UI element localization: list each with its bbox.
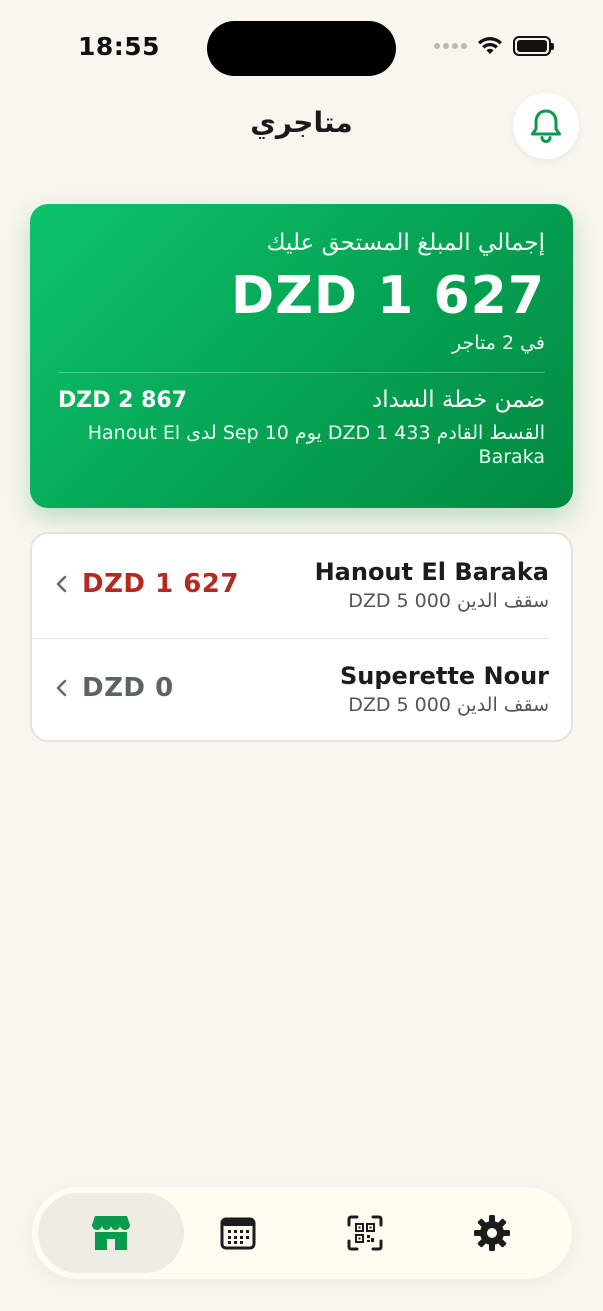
tab-stores[interactable]	[85, 1207, 137, 1259]
tab-calendar[interactable]	[212, 1207, 264, 1259]
battery-icon	[513, 36, 554, 56]
chevron-left-icon	[56, 575, 67, 593]
store-name: Superette Nour	[339, 662, 549, 690]
status-time: 18:55	[78, 32, 161, 61]
payment-plan-label: ضمن خطة السداد	[372, 387, 545, 413]
store-balance: DZD 1 627	[82, 569, 239, 599]
payment-plan-row: ضمن خطة السداد DZD 2 867	[58, 387, 545, 413]
tab-settings[interactable]	[466, 1207, 518, 1259]
store-row-superette-nour[interactable]: Superette Nour سقف الدين DZD 5 000 DZD 0	[32, 638, 571, 740]
bottom-tab-bar	[32, 1187, 572, 1279]
store-row-hanout-el-baraka[interactable]: Hanout El Baraka سقف الدين DZD 5 000 DZD…	[32, 534, 571, 638]
status-icons	[434, 36, 554, 56]
calendar-icon	[220, 1217, 256, 1250]
chevron-left-icon	[56, 679, 67, 697]
store-credit-limit: سقف الدين DZD 5 000	[348, 694, 549, 716]
store-balance: DZD 0	[82, 673, 174, 703]
bell-icon	[531, 109, 561, 143]
qr-scan-icon	[347, 1215, 383, 1251]
dynamic-island	[207, 21, 396, 76]
total-due-label: إجمالي المبلغ المستحق عليك	[266, 230, 545, 256]
wifi-icon	[478, 37, 502, 54]
next-installment-text: القسط القادم DZD 1 433 يوم Sep 10 لدى Ha…	[87, 422, 545, 469]
tab-qr-scan[interactable]	[339, 1207, 391, 1259]
store-credit-limit: سقف الدين DZD 5 000	[348, 590, 549, 612]
card-divider	[58, 372, 545, 373]
total-due-card: إجمالي المبلغ المستحق عليك DZD 1 627 في …	[30, 204, 573, 508]
payment-plan-amount: DZD 2 867	[58, 387, 188, 413]
total-due-amount: DZD 1 627	[231, 266, 545, 326]
store-icon	[92, 1216, 130, 1250]
store-list: Hanout El Baraka سقف الدين DZD 5 000 DZD…	[30, 532, 573, 742]
status-bar: 18:55	[0, 0, 603, 96]
stores-count: في 2 متاجر	[451, 332, 545, 354]
store-name: Hanout El Baraka	[314, 558, 549, 586]
notifications-button[interactable]	[513, 93, 579, 159]
cellular-signal-icon	[434, 43, 467, 49]
gear-icon	[474, 1215, 510, 1251]
